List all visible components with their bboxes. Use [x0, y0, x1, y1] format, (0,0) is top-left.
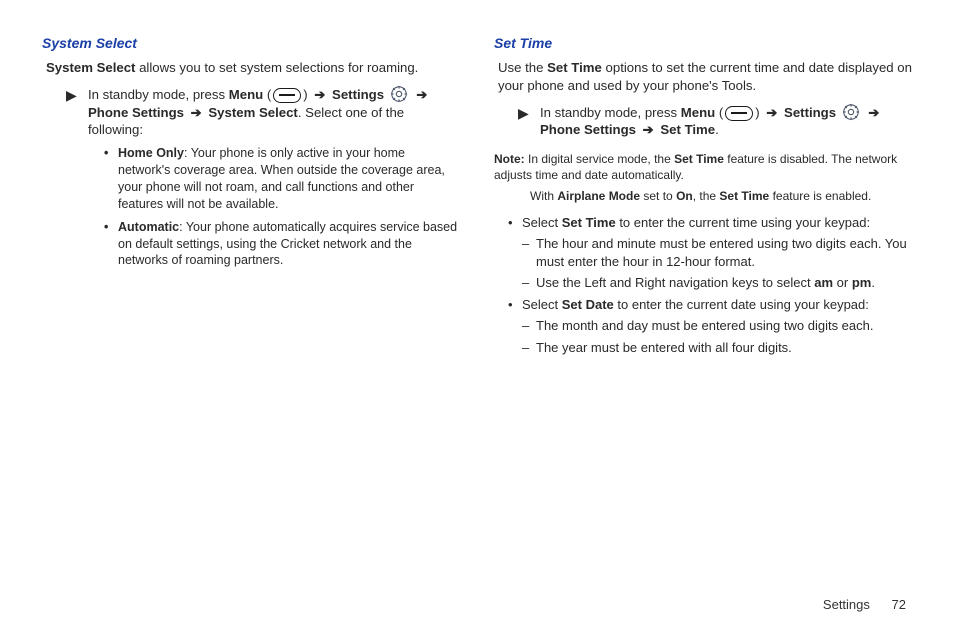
- note-line-2: With Airplane Mode set to On, the Set Ti…: [530, 188, 912, 204]
- menu-key-icon: [273, 88, 301, 103]
- note1b: Set Time: [674, 152, 724, 166]
- bullet-home-only: • Home Only: Your phone is only active i…: [104, 145, 460, 213]
- automatic-lead: Automatic: [118, 220, 179, 234]
- b1b: Set Time: [562, 215, 616, 230]
- bullet-dot-icon: •: [104, 145, 118, 162]
- bullet-dot-icon: •: [104, 219, 118, 236]
- settings-label: Settings: [332, 87, 384, 102]
- right-intro: Use the Set Time options to set the curr…: [498, 59, 912, 95]
- s3: The month and day must be entered using …: [536, 317, 873, 335]
- left-bullets: • Home Only: Your phone is only active i…: [104, 145, 460, 269]
- footer-page-number: 72: [892, 597, 906, 612]
- step-prefix: In standby mode, press: [88, 87, 229, 102]
- s1: The hour and minute must be entered usin…: [536, 235, 912, 270]
- note2c: set to: [640, 189, 676, 203]
- note-block: Note: In digital service mode, the Set T…: [494, 151, 912, 204]
- arrow-sep-icon: ➔: [416, 87, 427, 102]
- sub-hour-minute: – The hour and minute must be entered us…: [522, 235, 912, 270]
- arrow-sep-icon: ➔: [766, 105, 777, 120]
- system-select-label: System Select: [208, 105, 297, 120]
- dash-icon: –: [522, 317, 536, 335]
- bullet-dot-icon: •: [508, 296, 522, 314]
- footer-section: Settings: [823, 597, 870, 612]
- right-intro-bold: Set Time: [547, 60, 602, 75]
- arrow-sep-icon: ➔: [643, 122, 654, 137]
- home-only-lead: Home Only: [118, 146, 184, 160]
- note2a: With: [530, 189, 557, 203]
- arrow-sep-icon: ➔: [868, 105, 879, 120]
- phone-settings-label: Phone Settings: [88, 105, 184, 120]
- bullet-automatic: • Automatic: Your phone automatically ac…: [104, 219, 460, 270]
- right-column: Set Time Use the Set Time options to set…: [494, 34, 912, 580]
- sub-year: – The year must be entered with all four…: [522, 339, 912, 357]
- left-intro-lead: System Select: [46, 60, 135, 75]
- note1a: In digital service mode, the: [525, 152, 674, 166]
- right-section-heading: Set Time: [494, 34, 912, 53]
- gear-icon: [390, 85, 408, 103]
- right-step: ▶ In standby mode, press Menu () ➔ Setti…: [518, 103, 912, 140]
- arrow-sep-icon: ➔: [314, 87, 325, 102]
- right-bullets: • Select Set Time to enter the current t…: [508, 214, 912, 357]
- note2g: feature is enabled.: [769, 189, 871, 203]
- menu-label: Menu: [681, 105, 715, 120]
- bullet-set-time: • Select Set Time to enter the current t…: [508, 214, 912, 232]
- s2b: am: [814, 275, 833, 290]
- note-line-1: Note: In digital service mode, the Set T…: [494, 151, 912, 183]
- dash-icon: –: [522, 235, 536, 253]
- b1a: Select: [522, 215, 562, 230]
- left-intro-rest: allows you to set system selections for …: [135, 60, 418, 75]
- note2d: On: [676, 189, 693, 203]
- note2f: Set Time: [719, 189, 769, 203]
- s2a: Use the Left and Right navigation keys t…: [536, 275, 814, 290]
- note2e: , the: [693, 189, 720, 203]
- set-time-label: Set Time: [660, 122, 715, 137]
- phone-settings-label: Phone Settings: [540, 122, 636, 137]
- b2b: Set Date: [562, 297, 614, 312]
- s4: The year must be entered with all four d…: [536, 339, 792, 357]
- menu-key-icon: [725, 106, 753, 121]
- left-step-text: In standby mode, press Menu () ➔ Setting…: [88, 85, 460, 139]
- step-prefix: In standby mode, press: [540, 105, 681, 120]
- left-section-heading: System Select: [42, 34, 460, 53]
- b2a: Select: [522, 297, 562, 312]
- s2d: pm: [852, 275, 872, 290]
- left-column: System Select System Select allows you t…: [42, 34, 460, 580]
- b2c: to enter the current date using your key…: [614, 297, 869, 312]
- settings-label: Settings: [784, 105, 836, 120]
- bullet-set-date: • Select Set Date to enter the current d…: [508, 296, 912, 314]
- bullet-dot-icon: •: [508, 214, 522, 232]
- b1c: to enter the current time using your key…: [616, 215, 870, 230]
- step-arrow-icon: ▶: [66, 85, 88, 105]
- note2b: Airplane Mode: [557, 189, 640, 203]
- s2e: .: [871, 275, 875, 290]
- sub-month-day: – The month and day must be entered usin…: [522, 317, 912, 335]
- s2c: or: [833, 275, 852, 290]
- right-intro-pre: Use the: [498, 60, 547, 75]
- arrow-sep-icon: ➔: [191, 105, 202, 120]
- note-label: Note:: [494, 152, 525, 166]
- left-intro: System Select allows you to set system s…: [46, 59, 460, 77]
- dash-icon: –: [522, 339, 536, 357]
- page-footer: Settings 72: [823, 597, 906, 612]
- sub-am-pm: – Use the Left and Right navigation keys…: [522, 274, 912, 292]
- gear-icon: [842, 103, 860, 121]
- left-step: ▶ In standby mode, press Menu () ➔ Setti…: [66, 85, 460, 139]
- dash-icon: –: [522, 274, 536, 292]
- right-step-text: In standby mode, press Menu () ➔ Setting…: [540, 103, 912, 140]
- step-arrow-icon: ▶: [518, 103, 540, 123]
- menu-label: Menu: [229, 87, 263, 102]
- page: System Select System Select allows you t…: [0, 0, 954, 580]
